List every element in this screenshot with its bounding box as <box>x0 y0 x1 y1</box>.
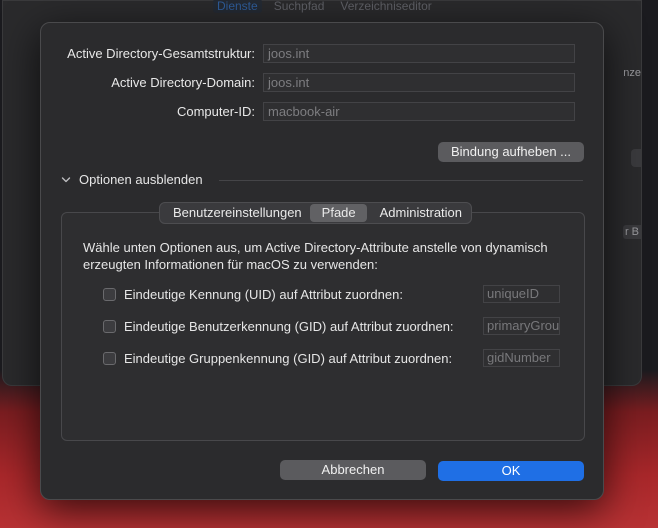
user-gid-option: Eindeutige Benutzerkennung (GID) auf Att… <box>103 316 454 336</box>
forest-label: Active Directory-Gesamtstruktur: <box>67 45 255 61</box>
user-gid-checkbox[interactable] <box>103 319 116 333</box>
bg-tab-suchpfad[interactable]: Suchpfad <box>270 0 329 13</box>
divider <box>219 180 583 181</box>
computer-id-label: Computer-ID: <box>176 103 255 119</box>
group-gid-attribute-field[interactable]: gidNumber <box>483 349 560 367</box>
domain-label: Active Directory-Domain: <box>111 74 255 90</box>
group-gid-checkbox[interactable] <box>103 351 116 365</box>
uid-option: Eindeutige Kennung (UID) auf Attribut zu… <box>103 284 403 304</box>
uid-label: Eindeutige Kennung (UID) auf Attribut zu… <box>124 286 403 302</box>
forest-row: Active Directory-Gesamtstruktur: joos.in… <box>41 42 575 64</box>
domain-field[interactable]: joos.int <box>263 72 575 92</box>
tab-pfade[interactable]: Pfade <box>309 204 367 222</box>
group-gid-option: Eindeutige Gruppenkennung (GID) auf Attr… <box>103 348 452 368</box>
ok-button[interactable]: OK <box>438 461 584 481</box>
bg-tab-verzeichniseditor[interactable]: Verzeichniseditor <box>336 0 435 13</box>
cancel-button[interactable]: Abbrechen <box>280 460 426 480</box>
tab-benutzereinstellungen[interactable]: Benutzereinstellungen <box>161 204 310 222</box>
uid-attribute-field[interactable]: uniqueID <box>483 285 560 303</box>
user-gid-attribute-field[interactable]: primaryGroupID <box>483 317 560 335</box>
user-gid-label: Eindeutige Benutzerkennung (GID) auf Att… <box>124 318 454 334</box>
computer-id-field[interactable]: macbook-air <box>263 101 575 121</box>
bg-clipped-text: nze <box>623 67 641 79</box>
bg-tab-dienste[interactable]: Dienste <box>213 0 262 13</box>
group-gid-label: Eindeutige Gruppenkennung (GID) auf Attr… <box>124 350 453 366</box>
forest-field[interactable]: joos.int <box>263 43 575 63</box>
unbind-button[interactable]: Bindung aufheben ... <box>438 142 584 162</box>
domain-row: Active Directory-Domain: joos.int <box>41 71 575 93</box>
tab-administration[interactable]: Administration <box>367 204 470 222</box>
segmented-tabs: Benutzereinstellungen Pfade Administrati… <box>159 202 473 224</box>
uid-checkbox[interactable] <box>103 287 116 301</box>
computer-id-row: Computer-ID: macbook-air <box>41 100 575 122</box>
disclosure-label: Optionen ausblenden <box>79 172 203 187</box>
bg-clipped-control <box>631 149 641 167</box>
active-directory-sheet: Active Directory-Gesamtstruktur: joos.in… <box>40 22 604 500</box>
chevron-down-icon <box>61 176 71 182</box>
background-tabbar: Dienste Suchpfad Verzeichniseditor <box>213 0 436 13</box>
options-disclosure[interactable]: Optionen ausblenden <box>61 172 203 187</box>
bg-clipped-button: r B <box>622 225 641 239</box>
options-description: Wähle unten Optionen aus, um Active Dire… <box>83 240 548 272</box>
